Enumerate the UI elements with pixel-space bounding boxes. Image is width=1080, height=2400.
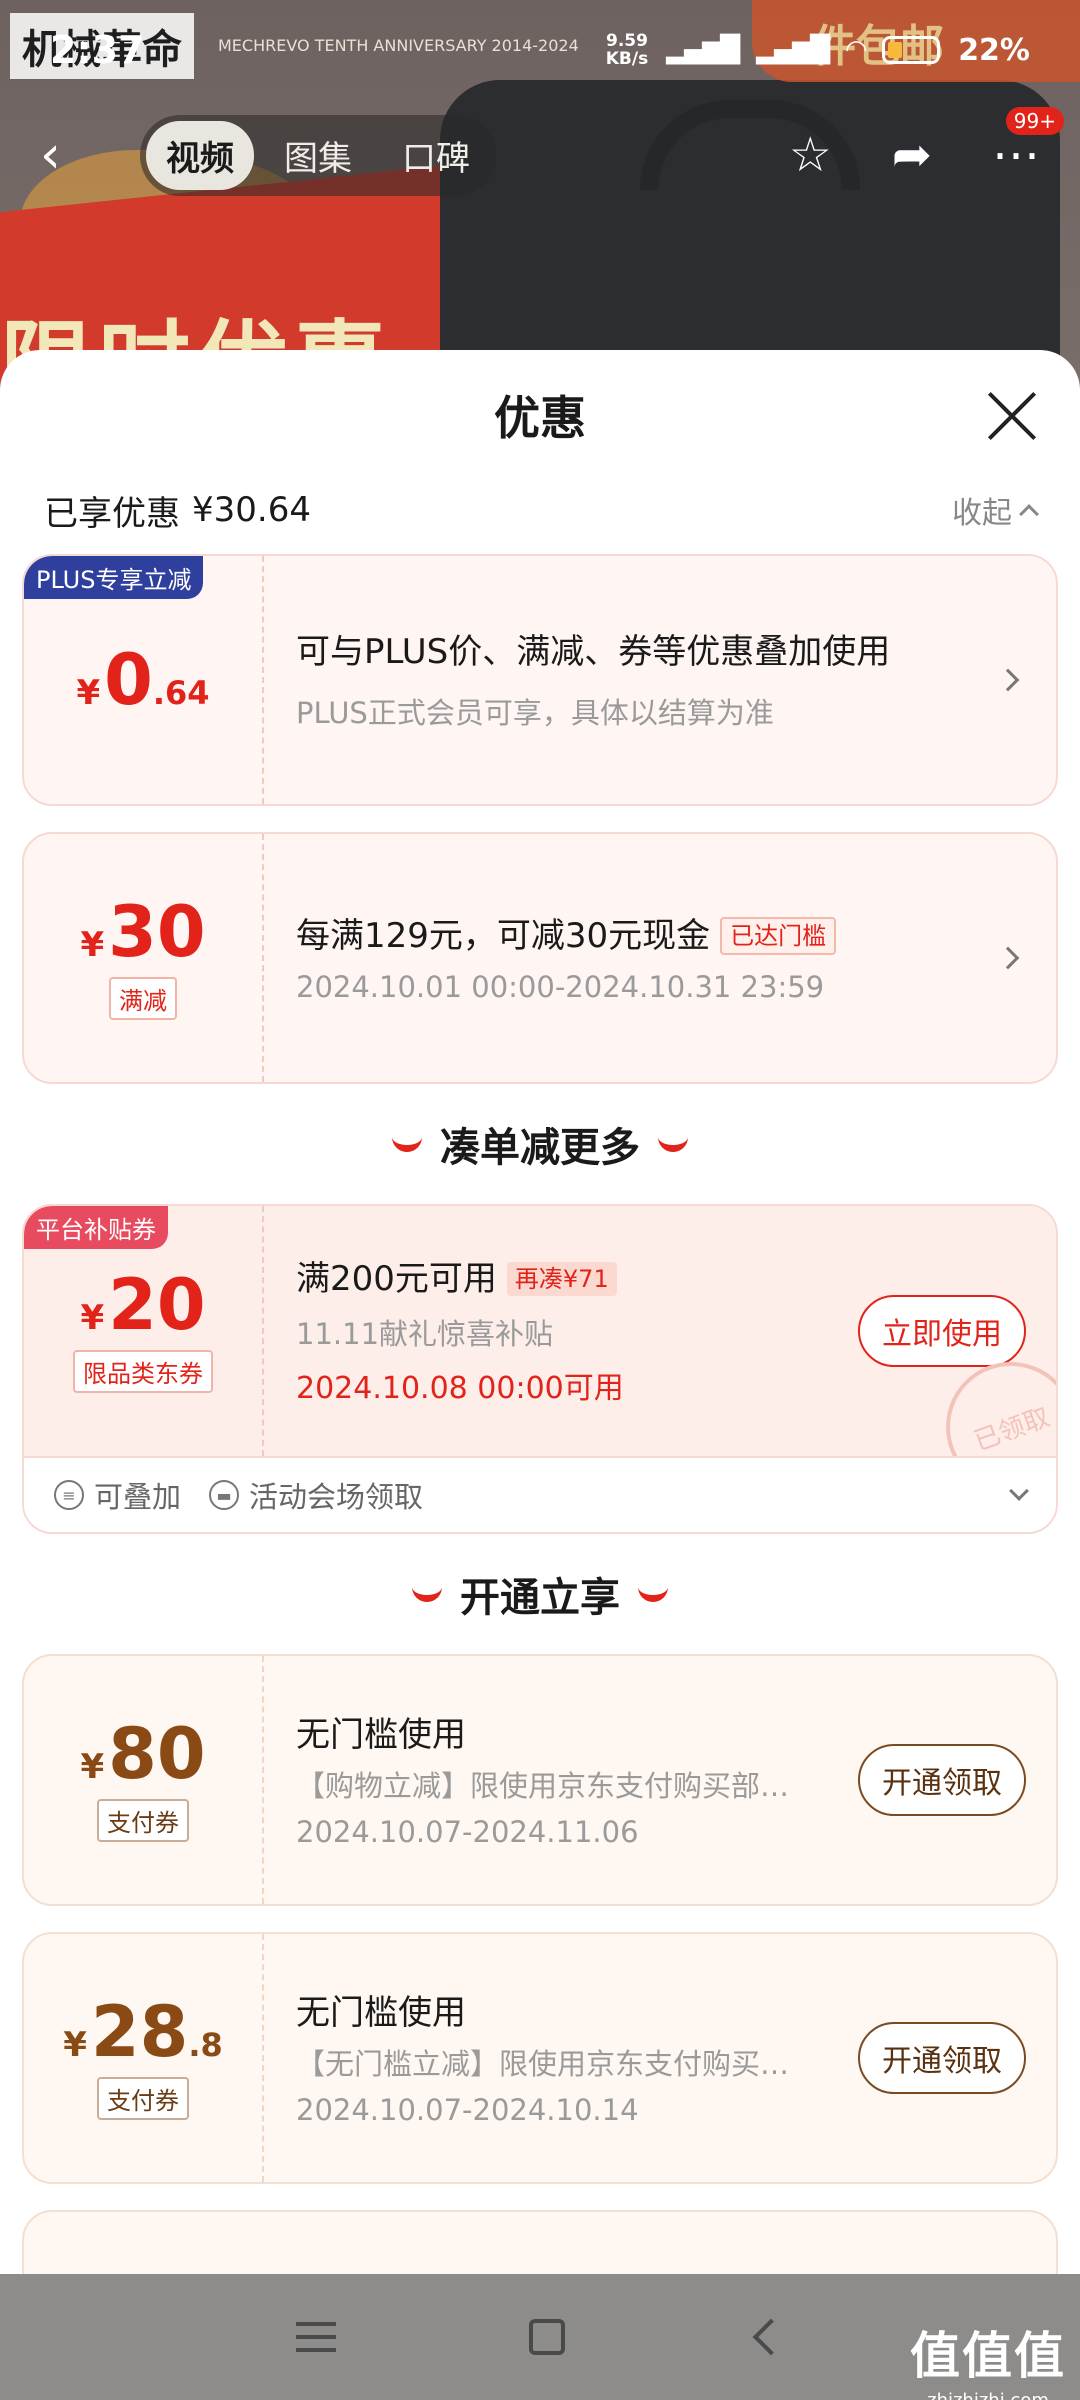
coupon-date: 2024.10.07-2024.10.14	[296, 2093, 639, 2127]
coupon-type-tag: 支付券	[97, 2076, 189, 2120]
amount-decimal: .8	[188, 2025, 223, 2064]
product-nav: ‹ 视频 图集 口碑 ☆ ➦ ⋯ 99+	[0, 107, 1080, 200]
coupon-amount: ¥ 80	[80, 1719, 205, 1789]
watermark-url: zhizhizhi.com	[910, 2390, 1066, 2400]
plus-corner-tag: PLUS专享立减	[24, 556, 204, 599]
section-more-label: 凑单减更多	[440, 1125, 640, 1171]
stackable-label: 可叠加	[94, 1480, 182, 1514]
more-icon[interactable]: ⋯	[992, 127, 1040, 183]
source-info: ▬ 活动会场领取	[209, 1474, 423, 1516]
pay-coupon-card[interactable]: ¥ 28 .8 支付券 无门槛使用 【无门槛立减】限使用京东支付购买… 2024…	[22, 1932, 1058, 2184]
coupon-date: 2024.10.08 00:00可用	[296, 1371, 624, 1406]
collapse-button[interactable]: 收起	[952, 488, 1039, 532]
wifi-icon: ◠	[846, 35, 866, 65]
signal-icon: ▂▄▆█	[666, 35, 740, 65]
smile-icon	[412, 1586, 442, 1602]
back-icon[interactable]: ‹	[40, 125, 100, 185]
battery-icon	[882, 36, 941, 64]
battery-percent: 22%	[958, 32, 1030, 68]
network-speed-unit: KB/s	[605, 49, 649, 69]
saved-label: 已享优惠	[44, 493, 180, 534]
amount-integer: 28	[90, 1990, 189, 2073]
amount-integer: 0	[104, 639, 153, 721]
coupon-footer[interactable]: ≡ 可叠加 ▬ 活动会场领取	[24, 1458, 1056, 1532]
chevron-up-icon	[1019, 504, 1039, 524]
coupon-type-tag: 满减	[109, 976, 177, 1020]
coupon-amount: ¥ 0 .64	[76, 645, 209, 715]
product-tabs: 视频 图集 口碑	[140, 114, 496, 196]
amount-integer: 20	[108, 1263, 206, 1346]
coupon-subtitle: 【无门槛立减】限使用京东支付购买…	[296, 2047, 790, 2081]
stackable-info: ≡ 可叠加	[54, 1474, 181, 1516]
coupon-title-text: 每满129元，可减30元现金	[296, 916, 711, 956]
tab-video[interactable]: 视频	[146, 120, 254, 190]
saved-summary: 已享优惠 ¥30.64 收起	[0, 480, 1080, 540]
platform-coupon-block: 平台补贴券 ¥ 20 限品类东券 满200元可用 再凑¥71 11.11献礼惊喜…	[22, 1204, 1058, 1534]
star-icon[interactable]: ☆	[789, 127, 832, 183]
coupon-amount: ¥ 30	[80, 897, 205, 967]
coupon-amount: ¥ 28 .8	[63, 1997, 223, 2067]
menu-icon[interactable]	[296, 2322, 337, 2352]
source-label: 活动会场领取	[249, 1480, 424, 1514]
collapse-label: 收起	[952, 496, 1012, 531]
coupon-date: 2024.10.07-2024.11.06	[296, 1815, 639, 1849]
platform-coupon-card[interactable]: 平台补贴券 ¥ 20 限品类东券 满200元可用 再凑¥71 11.11献礼惊喜…	[24, 1206, 1056, 1458]
signal-icon-2: ▂▄▆█	[756, 35, 830, 65]
status-bar: 2:37 9.59 KB/s ▂▄▆█ ▂▄▆█ ◠ 22%	[0, 0, 1080, 100]
platform-corner-tag: 平台补贴券	[24, 1206, 168, 1249]
currency-symbol: ¥	[63, 2024, 87, 2065]
watermark-text: 值值值	[910, 2327, 1066, 2385]
clock: 2:37	[50, 28, 145, 72]
coupon-title: 无门槛使用	[296, 1715, 466, 1755]
cart-badge: 99+	[1005, 107, 1064, 135]
stack-icon: ≡	[54, 1480, 84, 1510]
amount-decimal: .64	[152, 674, 210, 712]
activate-claim-button[interactable]: 开通领取	[858, 1744, 1026, 1816]
coupon-title: 可与PLUS价、满减、券等优惠叠加使用	[296, 632, 891, 672]
tab-gallery[interactable]: 图集	[264, 121, 372, 190]
pay-coupon-card[interactable]: ¥ 80 支付券 无门槛使用 【购物立减】限使用京东支付购买部… 2024.10…	[22, 1654, 1058, 1906]
coupon-type-tag: 限品类东券	[73, 1349, 213, 1393]
coupon-amount: ¥ 20	[80, 1270, 205, 1340]
currency-symbol: ¥	[80, 1297, 105, 1338]
smile-icon	[638, 1586, 668, 1602]
coupon-title: 无门槛使用	[296, 1993, 466, 2033]
full-reduction-card[interactable]: ¥ 30 满减 每满129元，可减30元现金 已达门槛 2024.10.01 0…	[22, 832, 1058, 1084]
home-icon[interactable]	[528, 2319, 565, 2355]
section-open-label: 开通立享	[460, 1575, 620, 1621]
network-speed-value: 9.59	[606, 31, 648, 51]
use-now-button[interactable]: 立即使用	[858, 1295, 1026, 1367]
threshold-met-pill: 已达门槛	[720, 917, 837, 955]
amount-integer: 30	[108, 890, 206, 973]
chevron-down-icon[interactable]	[1009, 1481, 1029, 1501]
amount-integer: 80	[108, 1712, 206, 1795]
section-more-title: 凑单减更多	[0, 1084, 1080, 1204]
currency-symbol: ¥	[76, 673, 101, 713]
activate-claim-button[interactable]: 开通领取	[858, 2022, 1026, 2094]
watermark: 值值值 zhizhizhi.com	[910, 2316, 1066, 2400]
coupon-title: 每满129元，可减30元现金 已达门槛	[296, 912, 1056, 960]
pay-coupon-card-partial[interactable]	[22, 2210, 1058, 2274]
smile-icon	[658, 1136, 688, 1152]
currency-symbol: ¥	[80, 1746, 105, 1787]
currency-symbol: ¥	[80, 924, 105, 965]
share-icon[interactable]: ➦	[892, 127, 932, 183]
coupon-date: 2024.10.01 00:00-2024.10.31 23:59	[296, 970, 825, 1004]
sheet-title: 优惠	[494, 391, 586, 445]
close-icon[interactable]	[984, 388, 1040, 444]
back-nav-icon[interactable]	[752, 2318, 790, 2356]
coupon-type-tag: 支付券	[97, 1798, 189, 1842]
coupon-subtitle: 【购物立减】限使用京东支付购买部…	[296, 1769, 790, 1803]
coupon-title-text: 满200元可用	[296, 1259, 497, 1299]
discount-sheet: 优惠 已享优惠 ¥30.64 收起 PLUS专享立减 ¥ 0 .64 可与PLU…	[0, 350, 1080, 2274]
ticket-icon: ▬	[209, 1480, 240, 1510]
saved-amount: ¥30.64	[192, 490, 311, 530]
plus-discount-card[interactable]: PLUS专享立减 ¥ 0 .64 可与PLUS价、满减、券等优惠叠加使用 PLU…	[22, 554, 1058, 806]
coupon-subtitle: PLUS正式会员可享，具体以结算为准	[296, 696, 774, 730]
tab-reviews[interactable]: 口碑	[382, 121, 490, 190]
network-speed: 9.59 KB/s	[606, 32, 648, 68]
smile-icon	[392, 1136, 422, 1152]
need-more-pill: 再凑¥71	[506, 1262, 617, 1296]
section-open-title: 开通立享	[0, 1534, 1080, 1654]
